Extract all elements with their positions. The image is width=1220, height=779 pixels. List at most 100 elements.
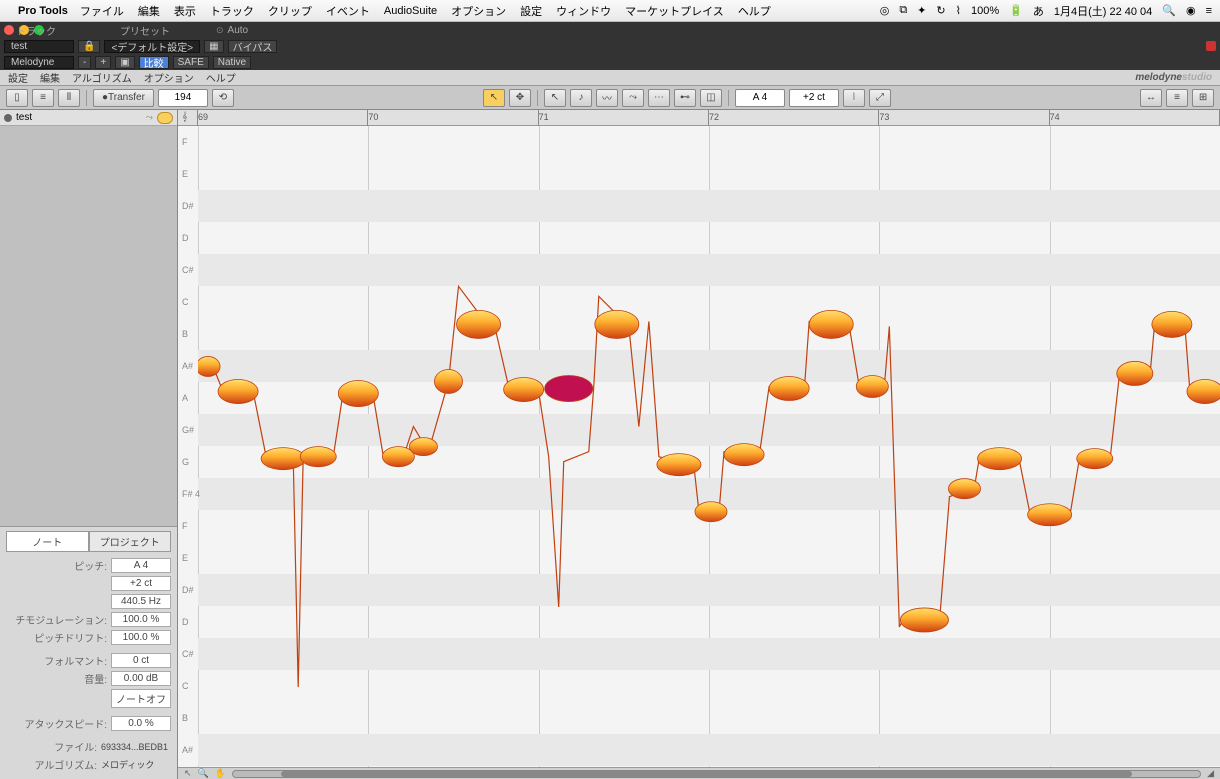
notifications-icon[interactable]: ≡ bbox=[1206, 5, 1212, 17]
view-notes-icon[interactable]: ≡ bbox=[32, 89, 54, 107]
cycle-icon[interactable]: ⟲ bbox=[212, 89, 234, 107]
tool-attack-icon[interactable]: ⤢ bbox=[869, 89, 891, 107]
tool-formant-icon[interactable]: ⋯ bbox=[648, 89, 670, 107]
menu-window[interactable]: ウィンドウ bbox=[556, 3, 611, 19]
piano-key-label: D bbox=[182, 233, 189, 243]
menu-event[interactable]: イベント bbox=[326, 3, 370, 19]
preset-selector[interactable]: <デフォルト設定> bbox=[104, 40, 200, 53]
attack-field[interactable]: 0.0 % bbox=[111, 716, 171, 731]
menu-file[interactable]: ファイル bbox=[80, 3, 124, 19]
spotlight-icon[interactable]: 🔍 bbox=[1162, 4, 1176, 17]
bar-marker: 73 bbox=[879, 112, 889, 122]
menu-track[interactable]: トラック bbox=[210, 3, 254, 19]
track-chain-icon[interactable] bbox=[157, 112, 173, 124]
piano-key-label: F bbox=[182, 521, 188, 531]
melodyne-menubar: 設定 編集 アルゴリズム オプション ヘルプ melodynestudio bbox=[0, 70, 1220, 86]
menu-setup[interactable]: 設定 bbox=[520, 3, 542, 19]
settings-icon[interactable]: ⊞ bbox=[1192, 89, 1214, 107]
track-link-icon[interactable]: ⤳ bbox=[146, 112, 153, 123]
tool-separation-icon[interactable]: ⦚ bbox=[843, 89, 865, 107]
pitch-hz-field[interactable]: 440.5 Hz bbox=[111, 594, 171, 609]
algorithm-value: メロディック bbox=[101, 758, 171, 771]
tool-arrow-icon[interactable]: ↖ bbox=[544, 89, 566, 107]
native-button[interactable]: Native bbox=[213, 56, 251, 69]
tool-main-icon[interactable]: ↖ bbox=[483, 89, 505, 107]
resize-handle-icon[interactable]: ◢ bbox=[1207, 768, 1214, 779]
pitch-cents-field[interactable]: +2 ct bbox=[111, 576, 171, 591]
preset-header-label: プリセット bbox=[120, 23, 212, 38]
noteoff-button[interactable]: ノートオフ bbox=[111, 689, 171, 708]
menu-marketplace[interactable]: マーケットプレイス bbox=[625, 3, 724, 19]
pitch-editor[interactable]: 𝄞 69707172737475 FED#DC#CBA#AG#GF# 4FED#… bbox=[178, 110, 1220, 779]
plugin-selector[interactable]: Melodyne bbox=[4, 56, 74, 69]
pitch-note-field[interactable]: A 4 bbox=[111, 558, 171, 573]
preset-save-icon[interactable]: ▦ bbox=[204, 40, 223, 53]
piano-key-label: B bbox=[182, 713, 188, 723]
track-row[interactable]: test ⤳ bbox=[0, 110, 177, 126]
mel-menu-algorithm[interactable]: アルゴリズム bbox=[72, 70, 132, 85]
tool-amplitude-icon[interactable]: ⊷ bbox=[674, 89, 696, 107]
tool-drift-icon[interactable]: ⤳ bbox=[622, 89, 644, 107]
siri-icon[interactable]: ◉ bbox=[1186, 4, 1196, 17]
mel-menu-help[interactable]: ヘルプ bbox=[206, 70, 236, 85]
sync-icon[interactable]: ✦ bbox=[917, 4, 926, 17]
app-name[interactable]: Pro Tools bbox=[18, 5, 68, 17]
formant-field[interactable]: 0 ct bbox=[111, 653, 171, 668]
tempo-field[interactable]: 194 bbox=[158, 89, 208, 107]
footer-tool-icon[interactable]: ↖ bbox=[184, 768, 192, 779]
piano-key-label: G# bbox=[182, 425, 194, 435]
clock-text[interactable]: 1月4日(土) 22 40 04 bbox=[1054, 3, 1152, 19]
compare-button[interactable]: 比較 bbox=[139, 56, 169, 69]
track-active-icon[interactable] bbox=[4, 114, 12, 122]
status-icon[interactable]: ◎ bbox=[880, 4, 890, 17]
tab-note[interactable]: ノート bbox=[6, 531, 89, 552]
menu-help[interactable]: ヘルプ bbox=[738, 3, 771, 19]
view-tracks-icon[interactable]: ▯ bbox=[6, 89, 28, 107]
horizontal-scrollbar[interactable] bbox=[232, 770, 1201, 778]
clip-button[interactable]: ▣ bbox=[115, 56, 134, 69]
zoom-horizontal-icon[interactable]: ↔ bbox=[1140, 89, 1162, 107]
cents-display[interactable]: +2 ct bbox=[789, 89, 839, 107]
ime-indicator[interactable]: あ bbox=[1033, 3, 1044, 19]
piano-key-label: C bbox=[182, 681, 189, 691]
track-lock-icon[interactable]: 🔒 bbox=[78, 40, 100, 53]
bypass-button[interactable]: バイパス bbox=[228, 40, 278, 53]
safe-button[interactable]: SAFE bbox=[173, 56, 209, 69]
note-display[interactable]: A 4 bbox=[735, 89, 785, 107]
next-plugin-button[interactable]: + bbox=[95, 56, 111, 69]
footer-hand-icon[interactable]: ✋ bbox=[215, 768, 226, 779]
battery-icon[interactable]: 🔋 bbox=[1009, 4, 1023, 17]
tool-timing-icon[interactable]: ◫ bbox=[700, 89, 722, 107]
menu-edit[interactable]: 編集 bbox=[138, 3, 160, 19]
view-wave-icon[interactable]: ⫴ bbox=[58, 89, 80, 107]
tool-pitch-icon[interactable]: ♪ bbox=[570, 89, 592, 107]
tab-project[interactable]: プロジェクト bbox=[89, 531, 172, 552]
piano-key-label: D# bbox=[182, 201, 194, 211]
mel-menu-options[interactable]: オプション bbox=[144, 70, 194, 85]
dropbox-icon[interactable]: ⧉ bbox=[899, 4, 907, 17]
drift-field[interactable]: 100.0 % bbox=[111, 630, 171, 645]
menu-audiosuite[interactable]: AudioSuite bbox=[384, 5, 437, 17]
clock-icon[interactable]: ↻ bbox=[936, 4, 945, 17]
track-header-label: トラック bbox=[0, 23, 56, 38]
auto-header-label: Auto bbox=[228, 25, 268, 36]
prev-plugin-button[interactable]: - bbox=[78, 56, 91, 69]
tool-modulation-icon[interactable]: 〰 bbox=[596, 89, 618, 107]
piano-key-label: A# bbox=[182, 361, 193, 371]
wifi-icon[interactable]: ⌇ bbox=[956, 4, 961, 17]
volume-label: 音量: bbox=[6, 671, 107, 686]
menu-options[interactable]: オプション bbox=[451, 3, 506, 19]
plugin-close-button[interactable] bbox=[1206, 41, 1216, 51]
menu-clip[interactable]: クリップ bbox=[268, 3, 312, 19]
time-ruler[interactable]: 𝄞 69707172737475 bbox=[178, 110, 1220, 126]
footer-zoom-icon[interactable]: 🔍 bbox=[198, 768, 209, 779]
mel-menu-edit[interactable]: 編集 bbox=[40, 70, 60, 85]
modulation-field[interactable]: 100.0 % bbox=[111, 612, 171, 627]
transfer-button[interactable]: ● Transfer bbox=[93, 89, 154, 107]
menu-view[interactable]: 表示 bbox=[174, 3, 196, 19]
mel-menu-settings[interactable]: 設定 bbox=[8, 70, 28, 85]
volume-field[interactable]: 0.00 dB bbox=[111, 671, 171, 686]
track-selector[interactable]: test bbox=[4, 40, 74, 53]
tool-scroll-icon[interactable]: ✥ bbox=[509, 89, 531, 107]
zoom-vertical-icon[interactable]: ≡ bbox=[1166, 89, 1188, 107]
